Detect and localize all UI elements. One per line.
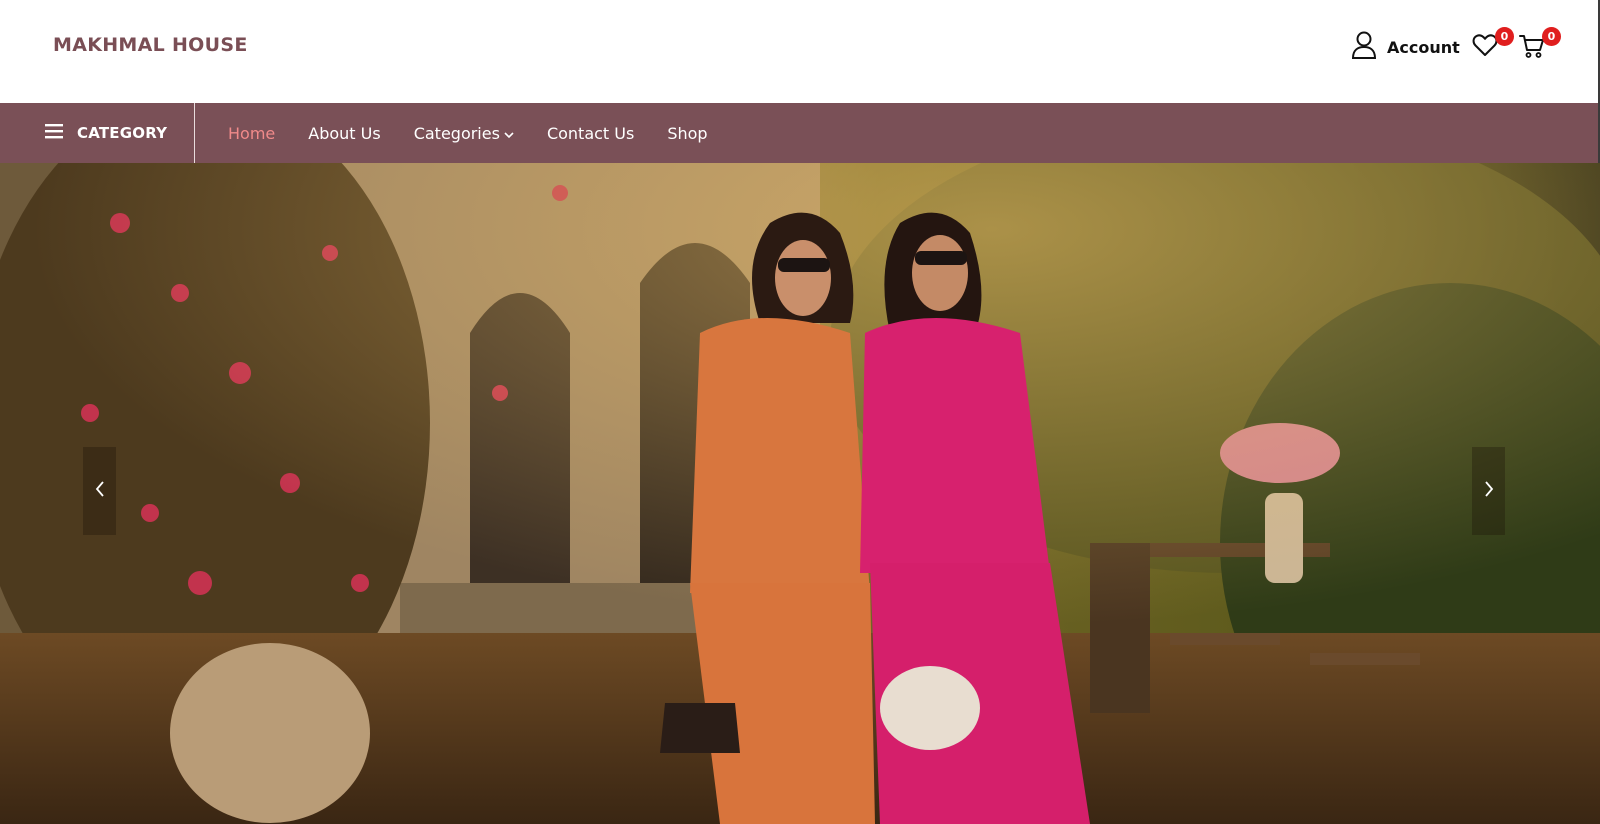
nav-item-label: Home [228,123,276,143]
main-navigation: CATEGORY Home About Us Categories Contac… [0,103,1600,163]
nav-item-label: Shop [667,123,708,143]
user-icon [1351,31,1377,64]
chevron-down-icon [504,124,514,143]
category-toggle-label: CATEGORY [77,124,168,142]
category-toggle-button[interactable]: CATEGORY [0,103,195,163]
chevron-right-icon [1483,480,1495,503]
account-label: Account [1387,37,1460,57]
account-link[interactable]: Account [1351,31,1460,64]
chevron-left-icon [94,480,106,503]
nav-item-label: Contact Us [546,123,635,143]
cart-button[interactable]: 0 [1519,27,1561,63]
slider-next-button[interactable] [1472,447,1505,535]
nav-item-categories[interactable]: Categories [414,124,514,143]
nav-item-label: Categories [413,123,500,143]
nav-item-shop[interactable]: Shop [667,124,707,143]
hero-slide-image [0,163,1600,824]
cart-icon [1519,35,1545,63]
wishlist-button[interactable]: 0 [1472,27,1514,61]
nav-item-about-us[interactable]: About Us [308,124,380,143]
cart-count-badge: 0 [1542,27,1561,46]
wishlist-count-badge: 0 [1495,27,1514,46]
brand-logo[interactable]: MAKHMAL HOUSE [53,34,248,56]
site-header: MAKHMAL HOUSE Account 0 0 [0,0,1600,103]
heart-icon [1472,34,1498,61]
hero-slider [0,163,1600,824]
slider-prev-button[interactable] [83,447,116,535]
hamburger-menu-icon [45,123,63,144]
nav-item-contact-us[interactable]: Contact Us [547,124,634,143]
nav-item-label: About Us [308,123,381,143]
nav-item-home[interactable]: Home [228,124,275,143]
nav-menu: Home About Us Categories Contact Us Shop [228,103,708,163]
